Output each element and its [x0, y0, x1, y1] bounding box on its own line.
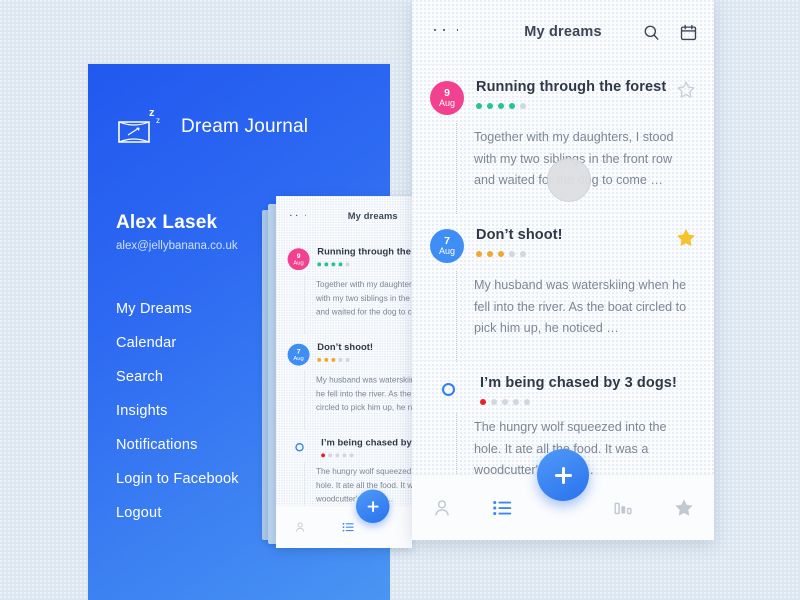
- touch-ripple-indicator: [547, 158, 591, 202]
- entry-rating[interactable]: [480, 398, 696, 405]
- favorite-star-icon[interactable]: [676, 228, 696, 248]
- rating-dot: [524, 398, 530, 405]
- timeline-node-icon: [295, 442, 304, 452]
- search-icon[interactable]: [642, 23, 661, 42]
- nav-list-icon: [334, 514, 364, 540]
- rating-dot: [509, 250, 515, 257]
- nav-list-icon[interactable]: [480, 488, 526, 528]
- timeline-dotted-line: [456, 412, 457, 476]
- entry-body: The hungry wolf squeezed into the hole. …: [304, 462, 412, 522]
- entry-body: My husband was waterskiing when he fell …: [304, 370, 412, 430]
- entry-rating: [317, 357, 412, 362]
- timeline-dotted-line: [456, 123, 457, 214]
- date-badge: 7 Aug: [287, 343, 310, 366]
- user-email: alex@jellybanana.co.uk: [116, 240, 238, 252]
- dream-entry-list: 9 Aug Running through the forest Togethe…: [412, 65, 714, 477]
- badge-month: Aug: [438, 98, 455, 109]
- phone-screen: My dreams 9 Aug Running through the fore…: [412, 0, 714, 540]
- entry-title: Don’t shoot!: [317, 342, 374, 353]
- rating-dot: [513, 398, 519, 405]
- rating-dot: [487, 103, 493, 109]
- nav-star-icon[interactable]: [661, 488, 707, 528]
- date-badge: 7 Aug: [430, 228, 464, 263]
- list-item: 7 Aug Don’t shoot! My husband was waters…: [276, 333, 412, 430]
- entry-title: Running through the forest: [317, 246, 412, 258]
- rating-dot: [476, 250, 482, 257]
- user-name: Alex Lasek: [116, 212, 218, 233]
- rating-dot: [520, 103, 526, 109]
- date-badge: 9 Aug: [430, 81, 464, 115]
- entry-title: Don’t shoot!: [476, 226, 563, 243]
- svg-text:z: z: [149, 107, 155, 119]
- rating-dot: [509, 103, 515, 109]
- calendar-icon[interactable]: [679, 23, 698, 42]
- rating-dot: [476, 103, 482, 109]
- entry-rating[interactable]: [476, 103, 676, 109]
- hamburger-icon: [290, 211, 306, 221]
- badge-day: 9: [444, 86, 450, 99]
- rating-dot: [491, 398, 497, 405]
- rating-dot: [520, 250, 526, 257]
- list-item: 9Aug Running through the forest: [276, 238, 412, 335]
- entry-rating: [317, 262, 412, 267]
- brand-title: Dream Journal: [181, 116, 309, 137]
- timeline-dotted-line: [456, 270, 457, 362]
- nav-bar-chart-icon[interactable]: [600, 488, 646, 528]
- list-item[interactable]: 7 Aug Don’t shoot! My husband was waters…: [412, 213, 714, 362]
- entry-body: My husband was waterskiing when he fell …: [412, 270, 714, 362]
- brand: z z Dream Journal: [115, 104, 308, 150]
- entry-rating: [321, 453, 412, 458]
- entry-body: Together with my daughters, I stood with…: [304, 275, 412, 335]
- entry-body-text: My husband was waterskiing when he fell …: [474, 277, 687, 336]
- card-stack: My dreams 9Aug Running through the fores…: [262, 196, 412, 558]
- rating-dot: [480, 398, 486, 405]
- entry-title: Running through the forest: [476, 79, 667, 95]
- entry-title: I’m being chased by 3 dogs!: [321, 437, 412, 449]
- nav-person-icon: [285, 514, 315, 540]
- app-bar: My dreams: [412, 0, 714, 65]
- list-item: I’m being chased by 3 dogs! The hungry w…: [276, 429, 412, 522]
- pillow-sleep-icon: z z: [115, 104, 167, 150]
- rating-dot: [498, 103, 504, 109]
- entry-rating[interactable]: [476, 250, 676, 257]
- rating-dot: [498, 250, 504, 257]
- bottom-nav: [412, 449, 714, 540]
- badge-day: 7: [444, 234, 450, 247]
- nav-person-icon[interactable]: [419, 488, 465, 528]
- badge-month: Aug: [438, 246, 455, 257]
- hamburger-icon[interactable]: [434, 24, 458, 40]
- add-dream-fab[interactable]: [537, 449, 589, 501]
- preview-entry-list: 9Aug Running through the forest: [276, 238, 412, 522]
- svg-text:z: z: [156, 116, 160, 125]
- preview-appbar: My dreams: [276, 196, 412, 238]
- date-badge: 9 Aug: [287, 248, 310, 271]
- entry-title: I’m being chased by 3 dogs!: [480, 374, 677, 391]
- timeline-node-icon: [442, 382, 455, 396]
- rating-dot: [487, 250, 493, 257]
- favorite-star-icon[interactable]: [676, 80, 696, 100]
- add-dream-fab: [355, 489, 390, 524]
- preview-bottom-nav: [276, 489, 412, 548]
- rating-dot: [502, 398, 508, 405]
- card-stack-preview: My dreams 9Aug Running through the fores…: [276, 196, 412, 548]
